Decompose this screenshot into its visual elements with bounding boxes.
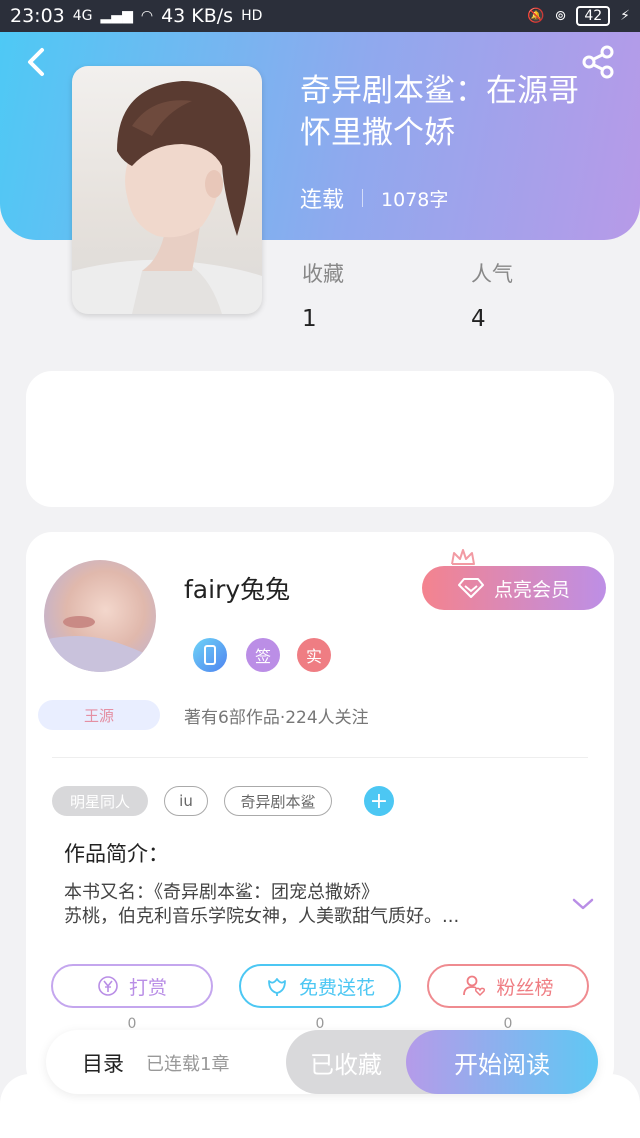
flower-icon [268, 978, 286, 996]
divider [52, 757, 588, 758]
charging-icon: ⚡ [620, 8, 630, 24]
fan-ranking-button[interactable]: 粉丝榜 [427, 964, 589, 1008]
network-type: 4G [72, 8, 93, 24]
author-avatar[interactable] [44, 560, 156, 672]
author-name[interactable]: fairy兔兔 [184, 570, 290, 606]
chapter-status: 已连载1章 [146, 1054, 230, 1075]
divider [362, 189, 364, 207]
send-flower-label: 免费送花 [298, 976, 375, 999]
chevron-down-icon[interactable] [570, 894, 596, 914]
tag-star-fanfic[interactable]: 明星同人 [52, 786, 148, 816]
intro-line: 苏桃，伯克利音乐学院女神，人美歌甜气质好。... [64, 906, 460, 927]
stat-label: 收藏 [302, 262, 344, 286]
add-tag-button[interactable]: + [364, 786, 394, 816]
intro-heading: 作品简介： [64, 842, 169, 866]
battery-indicator: 42 [576, 6, 611, 26]
author-works-summary: 著有6部作品·224人关注 [184, 708, 369, 728]
status-bar: 23:03 4G ▂▄▆ ◠ 43 KB/s HD 🔕 ⊚ 42 ⚡ [0, 0, 640, 32]
back-icon[interactable] [22, 44, 52, 80]
stat-value: 4 [471, 306, 486, 332]
stat-label: 人气 [471, 262, 513, 286]
intro-text: 本书又名：《奇异剧本鲨：团宠总撒娇》 苏桃，伯克利音乐学院女神，人美歌甜气质好。… [64, 881, 534, 929]
fan-tag: 王源 [38, 700, 160, 730]
mute-bell-icon: 🔕 [527, 8, 545, 24]
diamond-icon [457, 578, 484, 598]
clock: 23:03 [10, 5, 65, 27]
stat-favorites: 收藏 1 [302, 258, 344, 332]
serial-status: 连载 [300, 188, 345, 213]
signed-author-badge[interactable]: 签 [246, 638, 280, 672]
book-cover-image[interactable] [72, 66, 262, 314]
stat-popularity: 人气 4 [471, 258, 513, 332]
intro-line: 本书又名：《奇异剧本鲨：团宠总撒娇》 [64, 882, 379, 903]
stat-value: 1 [302, 306, 317, 332]
yen-icon [98, 976, 118, 996]
book-status-row: 连载 1078字 [300, 182, 448, 214]
book-title: 奇异剧本鲨：在源哥怀里撒个娇 [300, 73, 579, 151]
tip-button[interactable]: 打赏 [51, 964, 213, 1008]
fan-ranking-label: 粉丝榜 [496, 976, 554, 999]
crown-icon [451, 549, 475, 565]
wifi-icon: ◠ [140, 8, 154, 24]
empty-card [26, 371, 614, 507]
signal-icon: ▂▄▆ [100, 8, 133, 24]
hd-indicator: HD [241, 8, 263, 24]
network-speed: 43 KB/s [161, 5, 234, 27]
activate-vip-button[interactable]: 点亮会员 [422, 566, 606, 610]
start-reading-button[interactable]: 开始阅读 [406, 1030, 598, 1094]
collected-label: 已收藏 [310, 1050, 382, 1079]
lock-icon: ⊚ [554, 8, 567, 24]
phone-verified-badge-icon[interactable] [193, 638, 227, 672]
send-flower-button[interactable]: 免费送花 [239, 964, 401, 1008]
real-name-badge[interactable]: 实 [297, 638, 331, 672]
user-heart-icon [463, 975, 486, 997]
table-of-contents-link[interactable]: 目录 [82, 1048, 124, 1078]
word-count: 1078字 [381, 188, 449, 211]
tag-variety-show[interactable]: 奇异剧本鲨 [224, 786, 332, 816]
tag-iu[interactable]: iu [164, 786, 208, 816]
vip-button-label: 点亮会员 [493, 578, 570, 601]
tip-label: 打赏 [128, 976, 167, 999]
